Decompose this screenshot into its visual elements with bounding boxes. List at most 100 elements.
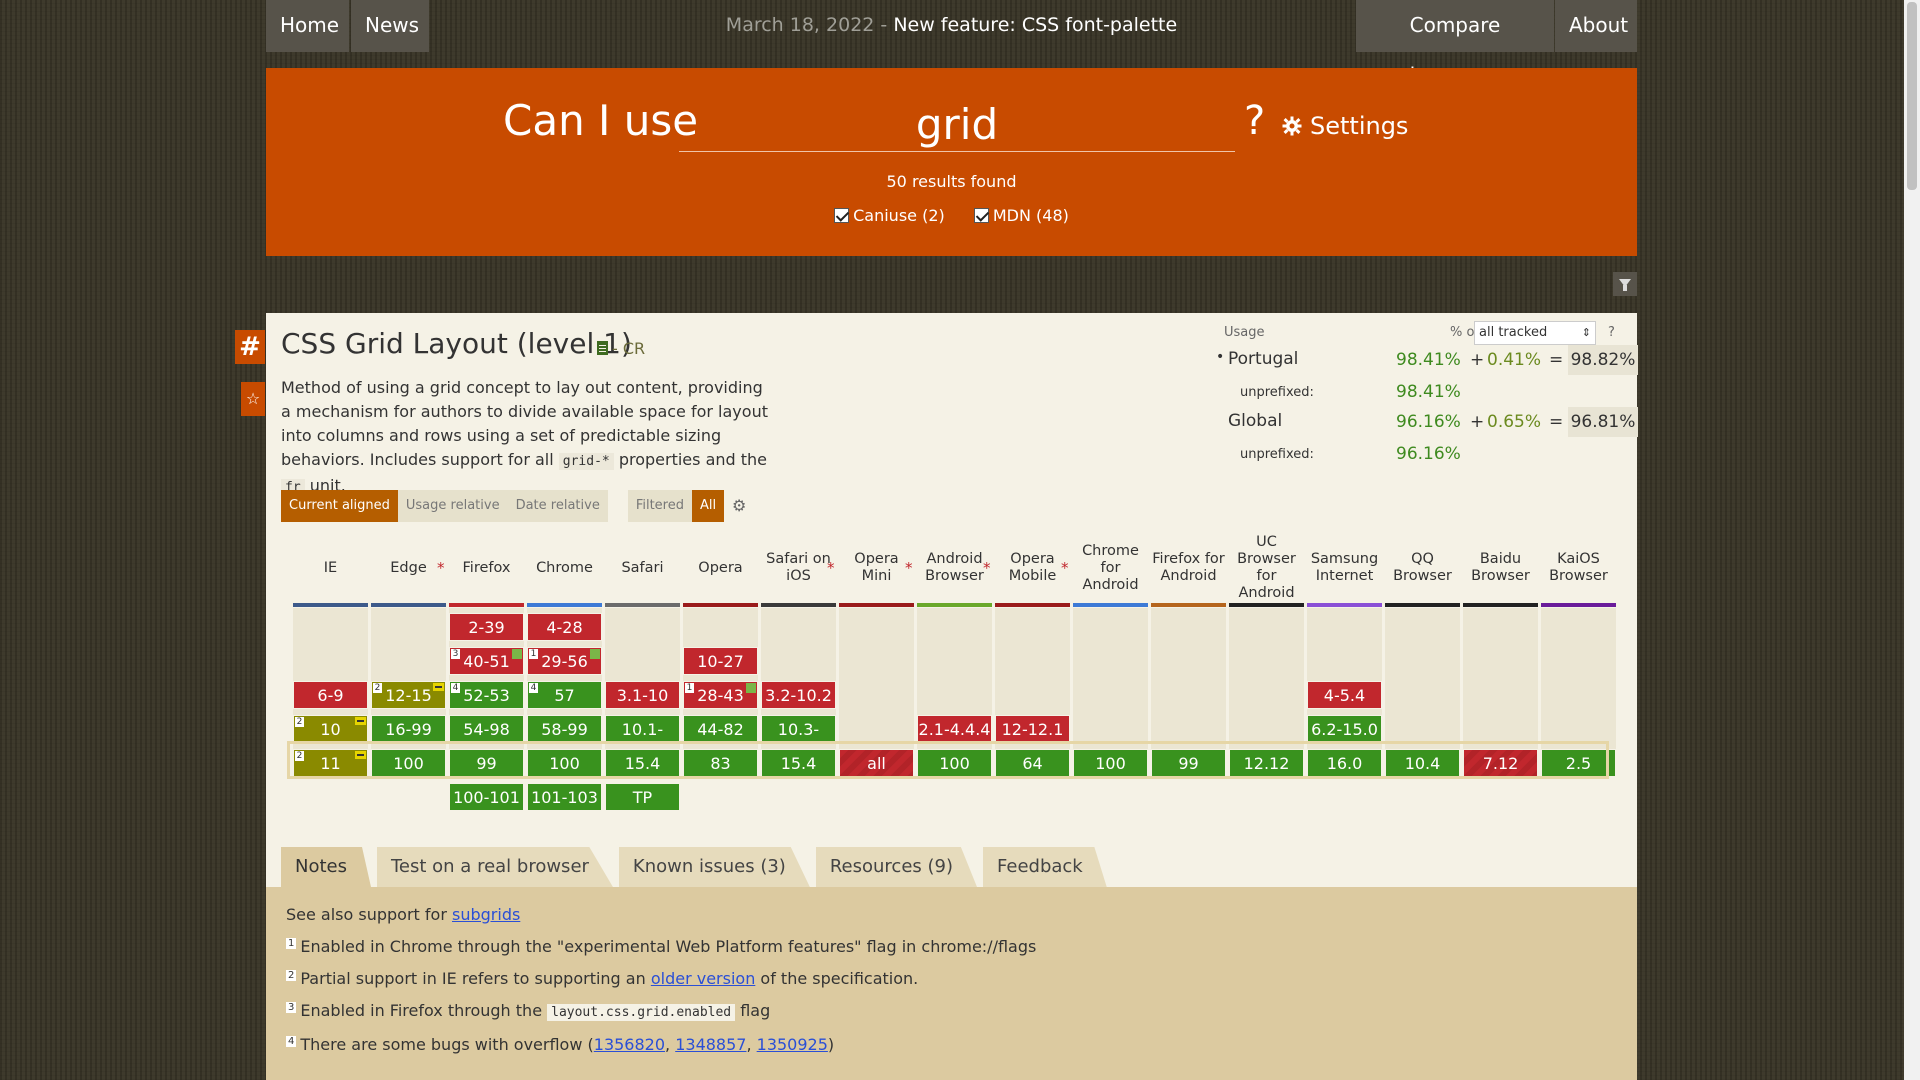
browser-header-opera-mini[interactable]: Opera Mini <box>839 533 914 603</box>
tab-resources[interactable]: Resources (9) <box>815 847 977 887</box>
support-cell[interactable]: 10.1-15.3 <box>605 715 680 767</box>
support-cell[interactable]: 10-27 <box>683 647 758 675</box>
support-cell[interactable]: 12-12.1 <box>995 715 1070 743</box>
browser-header-samsung-internet[interactable]: Samsung Internet <box>1307 533 1382 603</box>
support-cell[interactable]: 16-99 <box>371 715 446 743</box>
support-cell[interactable]: 3.1-10 <box>605 681 680 709</box>
browser-header-baidu-browser[interactable]: Baidu Browser <box>1463 533 1538 603</box>
note-text: There are some bugs with overflow ( <box>300 1035 594 1054</box>
usage-region-name[interactable]: Portugal <box>1216 349 1298 369</box>
filter-icon[interactable] <box>1613 272 1637 296</box>
bug-link[interactable]: 1356820 <box>594 1035 665 1054</box>
support-cell[interactable]: 10.3-15.3 <box>761 715 836 767</box>
nav-news-button[interactable]: News <box>351 0 429 52</box>
flag-icon <box>590 649 600 659</box>
document-icon <box>597 341 608 355</box>
support-cell[interactable]: 28-43 1 <box>683 681 758 709</box>
support-cell[interactable]: 100-101 <box>449 783 524 811</box>
support-cell[interactable]: 54-98 <box>449 715 524 743</box>
browser-column <box>1385 608 1460 758</box>
star-icon[interactable]: ☆ <box>241 382 265 416</box>
tab-date-relative[interactable]: Date relative <box>507 490 608 522</box>
mdn-filter-checkbox[interactable]: MDN (48) <box>973 206 1069 225</box>
version-label: 12-12.1 <box>1001 720 1064 739</box>
caniuse-filter-checkbox[interactable]: Caniuse (2) <box>834 206 945 225</box>
news-feature-link[interactable]: New feature: CSS font-palette <box>893 14 1177 36</box>
support-cell[interactable]: 29-56 1 <box>527 647 602 675</box>
support-cell[interactable]: TP <box>605 783 680 811</box>
support-cell[interactable]: 2-39 <box>449 613 524 641</box>
search-help-button[interactable]: ? <box>1244 98 1265 144</box>
browser-color-bar <box>1541 603 1616 607</box>
tab-test-real-browser[interactable]: Test on a real browser <box>377 847 613 887</box>
support-cell[interactable]: 6-9 <box>293 681 368 709</box>
support-cell[interactable]: 3.2-10.2 <box>761 681 836 709</box>
browser-color-bar <box>1073 603 1148 607</box>
partial-support-icon <box>433 683 444 691</box>
browser-color-bar <box>1229 603 1304 607</box>
browser-header-android-browser[interactable]: Android Browser <box>917 533 992 603</box>
bug-link[interactable]: 1350925 <box>757 1035 828 1054</box>
support-cell[interactable]: 12-15 2 <box>371 681 446 709</box>
support-cell[interactable]: 44-82 <box>683 715 758 743</box>
browser-header-uc-browser-for-android[interactable]: UC Browser for Android <box>1229 533 1304 603</box>
note-text: Enabled in Firefox through the <box>300 1001 548 1020</box>
browser-color-bar <box>761 603 836 607</box>
support-cell[interactable]: 10 2 <box>293 715 368 743</box>
browser-header-safari[interactable]: Safari <box>605 533 680 603</box>
usage-row-global: Global 96.16% + 0.65% = 96.81% <box>1224 407 1638 437</box>
subgrids-link[interactable]: subgrids <box>452 905 520 924</box>
spec-status[interactable]: - CR <box>597 339 645 358</box>
nav-home-button[interactable]: Home <box>266 0 349 52</box>
older-version-link[interactable]: older version <box>651 969 756 988</box>
feature-description: Method of using a grid concept to lay ou… <box>281 376 771 500</box>
browser-header-safari-on-ios[interactable]: Safari on iOS <box>761 533 836 603</box>
settings-button[interactable]: Settings <box>1282 112 1408 140</box>
version-label: 4-5.4 <box>1323 686 1366 705</box>
browser-header-opera-mobile[interactable]: Opera Mobile <box>995 533 1070 603</box>
browser-header-kaios-browser[interactable]: KaiOS Browser <box>1541 533 1616 603</box>
support-cell[interactable]: 52-53 4 <box>449 681 524 709</box>
version-label: 100-101 <box>453 788 520 807</box>
tab-feedback[interactable]: Feedback <box>983 847 1107 887</box>
tab-current-aligned[interactable]: Current aligned <box>281 490 398 522</box>
scrollbar[interactable] <box>1904 0 1920 1080</box>
nav-compare-browsers-button[interactable]: Compare browsers <box>1356 0 1554 87</box>
support-cell[interactable]: 4-5.4 <box>1307 681 1382 709</box>
browser-header-ie[interactable]: IE <box>293 533 368 603</box>
browser-header-chrome[interactable]: Chrome <box>527 533 602 603</box>
support-cell[interactable]: 4-28 <box>527 613 602 641</box>
nav-about-button[interactable]: About <box>1555 0 1637 52</box>
support-cell[interactable]: 101-103 <box>527 783 602 811</box>
support-cell[interactable]: 40-51 3 <box>449 647 524 675</box>
browser-column <box>1073 608 1148 758</box>
support-cell[interactable]: 58-99 <box>527 715 602 743</box>
browser-header-opera[interactable]: Opera <box>683 533 758 603</box>
support-cell[interactable]: 57 4 <box>527 681 602 709</box>
version-label: 6-9 <box>317 686 344 705</box>
support-cell[interactable]: 6.2-15.0 <box>1307 715 1382 743</box>
tab-all[interactable]: All <box>692 490 725 522</box>
gear-icon[interactable]: ⚙ <box>724 490 754 522</box>
search-input[interactable] <box>679 98 1235 152</box>
browser-header-chrome-for-android[interactable]: Chrome for Android <box>1073 533 1148 603</box>
note-number-badge: 2 <box>373 683 382 693</box>
tab-usage-relative[interactable]: Usage relative <box>397 490 508 522</box>
note-marker: 4 <box>286 1036 297 1047</box>
bug-link[interactable]: 1348857 <box>675 1035 746 1054</box>
usage-region-name: Global <box>1228 411 1283 431</box>
browser-header-edge[interactable]: Edge <box>371 533 446 603</box>
usage-scope-select[interactable]: all tracked <box>1474 321 1596 345</box>
support-cell[interactable]: 2.1-4.4.4 <box>917 715 992 743</box>
usage-help-button[interactable]: ? <box>1608 325 1615 340</box>
browser-header-firefox[interactable]: Firefox <box>449 533 524 603</box>
tab-notes[interactable]: Notes <box>281 847 371 887</box>
browser-header-qq-browser[interactable]: QQ Browser <box>1385 533 1460 603</box>
scrollbar-thumb[interactable] <box>1907 2 1917 190</box>
tab-filtered[interactable]: Filtered <box>627 490 692 522</box>
note-marker: 3 <box>286 1002 297 1013</box>
tab-known-issues[interactable]: Known issues (3) <box>618 847 810 887</box>
browser-header-firefox-for-android[interactable]: Firefox for Android <box>1151 533 1226 603</box>
note-text: , <box>665 1035 676 1054</box>
feature-permalink-button[interactable]: # <box>235 330 265 364</box>
